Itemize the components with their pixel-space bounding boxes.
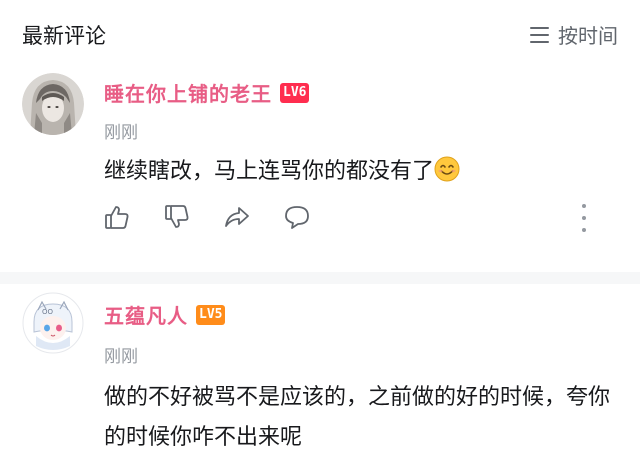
comment-divider	[0, 272, 640, 284]
share-icon[interactable]	[224, 204, 250, 230]
comment-actions	[104, 204, 344, 230]
avatar[interactable]: OO	[22, 292, 84, 354]
comment-text: 做的不好被骂不是应该的，之前做的好的时候，夸你的时候你咋不出来呢	[104, 385, 611, 450]
thumbs-down-icon[interactable]	[164, 204, 190, 230]
avatar[interactable]	[22, 73, 84, 135]
comment-time: 刚刚	[104, 123, 138, 143]
svg-text:OO: OO	[42, 308, 54, 316]
level-badge: LV6	[280, 82, 310, 103]
username[interactable]: 五蕴凡人	[104, 300, 188, 329]
list-icon	[530, 26, 549, 43]
comment-body: 继续瞎改，马上连骂你的都没有了	[104, 159, 435, 184]
user-info: 五蕴凡人 LV5	[104, 300, 226, 329]
more-icon[interactable]	[580, 204, 588, 232]
username[interactable]: 睡在你上铺的老王	[104, 78, 272, 107]
sort-label: 按时间	[558, 24, 618, 48]
smile-emoji-icon	[434, 156, 460, 182]
comment-text: 继续瞎改，马上连骂你的都没有了	[104, 152, 624, 192]
user-info: 睡在你上铺的老王 LV6	[104, 78, 310, 107]
reply-icon[interactable]	[284, 204, 310, 230]
comment-item: OO 五蕴凡人 LV5 刚刚 做的不好被骂不是应该的，之前做的好的时候，夸你的时…	[0, 284, 640, 467]
comment-time: 刚刚	[104, 347, 138, 367]
sort-by-time-button[interactable]: 按时间	[530, 20, 618, 49]
comments-header: 最新评论 按时间	[0, 0, 640, 70]
section-title: 最新评论	[22, 24, 106, 48]
thumbs-up-icon[interactable]	[104, 204, 130, 230]
level-badge: LV5	[196, 304, 226, 325]
comment-item: 睡在你上铺的老王 LV6 刚刚 继续瞎改，马上连骂你的都没有了	[0, 70, 640, 272]
